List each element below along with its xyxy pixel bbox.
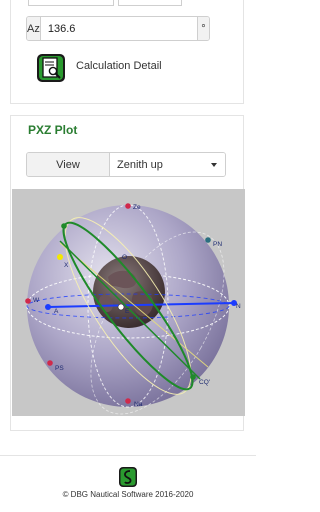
azimuth-input[interactable]	[40, 17, 197, 40]
e-label: E	[125, 308, 130, 315]
zenith-point	[125, 203, 131, 209]
x-label: X	[64, 262, 69, 269]
view-select-value: Zenith up	[117, 158, 163, 171]
chevron-down-icon	[211, 163, 217, 167]
star-point	[57, 254, 63, 260]
observer-point	[117, 303, 125, 311]
pole-north-label: PN	[213, 241, 222, 248]
pole-north-point	[205, 237, 211, 243]
zenith-label: Ze	[133, 204, 141, 211]
dbg-logo-icon	[119, 467, 137, 487]
azimuth-row: Az °	[26, 16, 210, 41]
footer-divider	[0, 455, 256, 456]
pxz-plot-title: PXZ Plot	[28, 123, 78, 137]
input-field-partial[interactable]	[28, 0, 114, 6]
o-label: O	[122, 254, 127, 261]
view-button[interactable]: View	[27, 153, 110, 176]
view-select[interactable]: Zenith up	[110, 153, 225, 176]
pole-south-label: PS	[55, 365, 64, 372]
calculation-detail-icon[interactable]	[36, 53, 66, 83]
pole-south-point	[47, 360, 53, 366]
west-point	[25, 298, 31, 304]
calculation-detail-link[interactable]: Calculation Detail	[76, 60, 162, 72]
cq-label: CQ'	[199, 379, 210, 386]
nadir-point	[125, 398, 131, 404]
input-field-partial[interactable]	[118, 0, 182, 6]
pxz-celestial-sphere-plot[interactable]: Ze PN O X W A E N PS CQ' Na	[12, 189, 245, 416]
a-label: A	[54, 308, 59, 315]
azimuth-label: Az	[27, 17, 41, 40]
footer-copyright: © DBG Nautical Software 2016-2020	[62, 490, 194, 499]
nadir-label: Na	[134, 401, 143, 408]
north-label: N	[236, 303, 241, 310]
west-label: W	[33, 297, 40, 304]
view-control: View Zenith up	[26, 152, 226, 177]
degree-unit: °	[196, 17, 209, 40]
